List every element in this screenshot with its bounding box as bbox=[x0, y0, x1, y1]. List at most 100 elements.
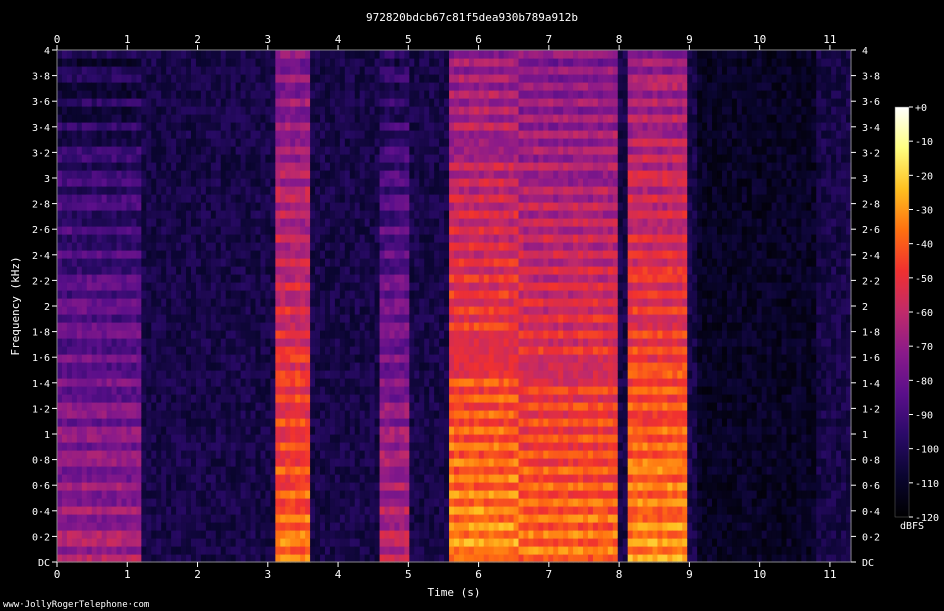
heatmap-cell bbox=[409, 162, 415, 171]
heatmap-cell bbox=[320, 402, 326, 411]
heatmap-cell bbox=[285, 122, 291, 131]
heatmap-cell bbox=[349, 274, 356, 283]
heatmap-cell bbox=[76, 106, 83, 115]
heatmap-cell bbox=[57, 58, 63, 67]
heatmap-cell bbox=[315, 546, 321, 555]
heatmap-cell bbox=[57, 458, 63, 467]
heatmap-cell bbox=[86, 474, 93, 483]
heatmap-cell bbox=[245, 218, 252, 227]
heatmap-cell bbox=[121, 410, 128, 419]
heatmap-cell bbox=[290, 434, 296, 443]
heatmap-cell bbox=[300, 178, 306, 187]
heatmap-cell bbox=[61, 474, 68, 483]
heatmap-cell bbox=[404, 146, 410, 155]
heatmap-cell bbox=[186, 306, 192, 315]
heatmap-cell bbox=[275, 274, 281, 283]
heatmap-cell bbox=[186, 554, 192, 563]
heatmap-cell bbox=[354, 554, 361, 563]
heatmap-cell bbox=[66, 226, 73, 235]
heatmap-cell bbox=[61, 114, 68, 123]
heatmap-cell bbox=[245, 186, 252, 195]
heatmap-cell bbox=[121, 186, 128, 195]
heatmap-cell bbox=[240, 426, 247, 435]
heatmap-cell bbox=[295, 250, 301, 259]
heatmap-cell bbox=[439, 58, 445, 67]
heatmap-cell bbox=[186, 386, 192, 395]
heatmap-cell bbox=[320, 186, 326, 195]
heatmap-cell bbox=[205, 410, 212, 419]
heatmap-cell bbox=[439, 330, 445, 339]
heatmap-cell bbox=[106, 490, 113, 499]
heatmap-cell bbox=[71, 274, 78, 283]
heatmap-cell bbox=[379, 226, 386, 235]
heatmap-cell bbox=[61, 498, 68, 507]
heatmap-cell bbox=[255, 426, 262, 435]
heatmap-cell bbox=[57, 378, 63, 387]
heatmap-cell bbox=[61, 482, 68, 491]
heatmap-cell bbox=[364, 282, 371, 291]
heatmap-cell bbox=[295, 458, 301, 467]
heatmap-cell bbox=[320, 74, 326, 83]
heatmap-cell bbox=[245, 314, 252, 323]
heatmap-cell bbox=[171, 338, 177, 347]
heatmap-cell bbox=[409, 514, 415, 523]
heatmap-cell bbox=[215, 58, 222, 67]
heatmap-cell bbox=[414, 306, 420, 315]
heatmap-cell bbox=[141, 538, 147, 547]
heatmap-cell bbox=[394, 242, 401, 251]
heatmap-cell bbox=[359, 394, 366, 403]
heatmap-cell bbox=[334, 90, 341, 99]
heatmap-cell bbox=[384, 506, 391, 515]
heatmap-cell bbox=[76, 298, 83, 307]
heatmap-cell bbox=[71, 522, 78, 531]
heatmap-cell bbox=[354, 74, 361, 83]
heatmap-cell bbox=[205, 266, 212, 275]
heatmap-cell bbox=[290, 202, 296, 211]
heatmap-cell bbox=[419, 82, 425, 91]
heatmap-cell bbox=[439, 450, 445, 459]
heatmap-cell bbox=[295, 418, 301, 427]
heatmap-cell bbox=[91, 50, 98, 59]
heatmap-cell bbox=[414, 554, 420, 563]
heatmap-cell bbox=[131, 218, 137, 227]
heatmap-cell bbox=[151, 234, 157, 243]
heatmap-cell bbox=[230, 218, 237, 227]
heatmap-cell bbox=[434, 498, 440, 507]
heatmap-cell bbox=[290, 506, 296, 515]
heatmap-cell bbox=[156, 82, 162, 91]
heatmap-cell bbox=[419, 186, 425, 195]
heatmap-cell bbox=[439, 130, 445, 139]
heatmap-cell bbox=[275, 362, 281, 371]
heatmap-cell bbox=[339, 90, 346, 99]
heatmap-cell bbox=[171, 130, 177, 139]
heatmap-cell bbox=[91, 506, 98, 515]
heatmap-cell bbox=[315, 290, 321, 299]
heatmap-cell bbox=[190, 322, 197, 331]
heatmap-cell bbox=[260, 130, 267, 139]
heatmap-cell bbox=[439, 74, 445, 83]
heatmap-cell bbox=[57, 514, 63, 523]
heatmap-cell bbox=[414, 498, 420, 507]
heatmap-cell bbox=[101, 546, 108, 555]
heatmap-cell bbox=[394, 146, 401, 155]
heatmap-cell bbox=[300, 250, 306, 259]
heatmap-cell bbox=[334, 74, 341, 83]
heatmap-cell bbox=[220, 282, 227, 291]
heatmap-cell bbox=[146, 354, 152, 363]
heatmap-cell bbox=[156, 98, 162, 107]
heatmap-cell bbox=[171, 74, 177, 83]
heatmap-cell bbox=[176, 490, 182, 499]
heatmap-cell bbox=[404, 242, 410, 251]
heatmap-cell bbox=[76, 506, 83, 515]
heatmap-cell bbox=[111, 186, 118, 195]
heatmap-cell bbox=[215, 538, 222, 547]
heatmap-cell bbox=[359, 514, 366, 523]
heatmap-cell bbox=[116, 506, 123, 515]
heatmap-cell bbox=[250, 154, 257, 163]
heatmap-cell bbox=[161, 362, 167, 371]
heatmap-cell bbox=[71, 82, 78, 91]
heatmap-cell bbox=[305, 386, 311, 395]
heatmap-cell bbox=[215, 346, 222, 355]
heatmap-cell bbox=[369, 266, 376, 275]
heatmap-cell bbox=[71, 554, 78, 563]
